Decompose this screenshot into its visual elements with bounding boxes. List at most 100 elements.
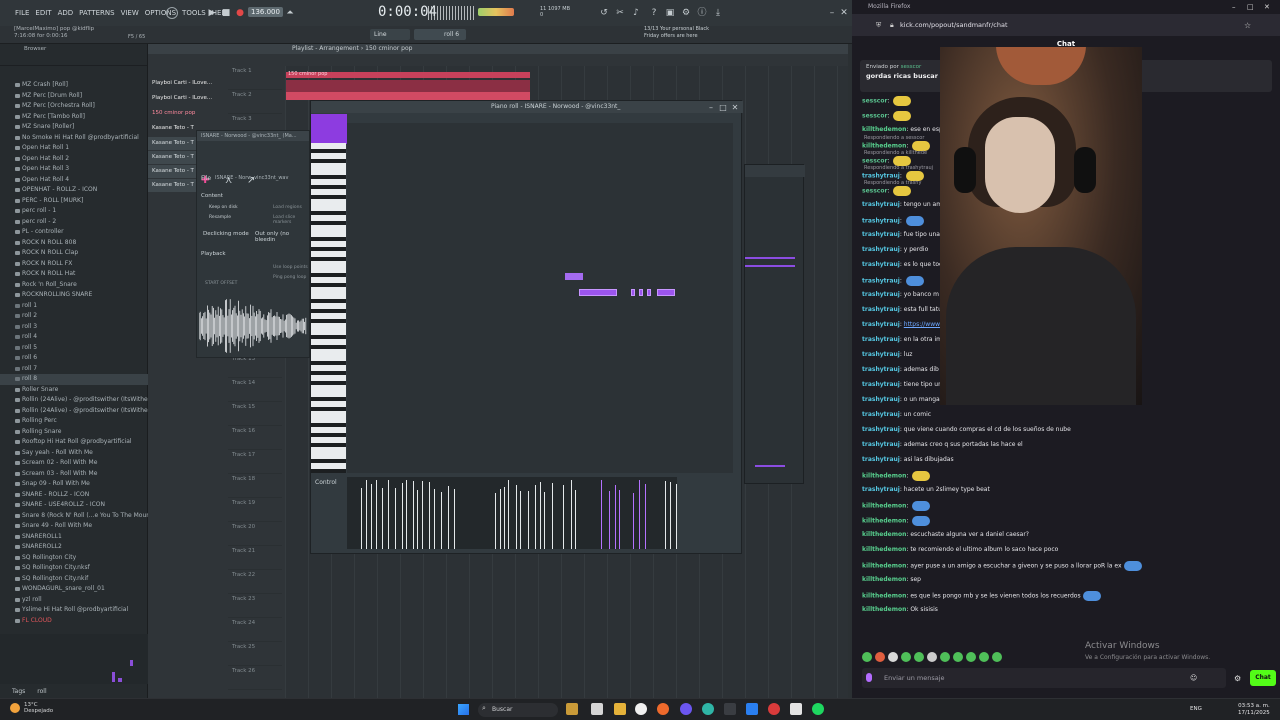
- velocity-bar[interactable]: [366, 479, 367, 549]
- chat-username[interactable]: trashytrauj: [862, 246, 900, 253]
- chat-message[interactable]: trashytrauj:: [862, 216, 924, 226]
- note-cursor[interactable]: [565, 273, 583, 280]
- ping-pong-toggle[interactable]: Ping pong loop: [273, 275, 306, 280]
- mic-icon[interactable]: ♪: [630, 7, 642, 19]
- browser-item[interactable]: roll 8: [0, 374, 148, 385]
- ff-maximize-icon[interactable]: □: [1247, 3, 1254, 11]
- track-header[interactable]: Track 16: [228, 426, 282, 450]
- browser-item[interactable]: yzl roll: [0, 595, 148, 606]
- velocity-bar[interactable]: [402, 483, 403, 549]
- chat-username[interactable]: trashytrauj: [862, 381, 900, 388]
- browser-item[interactable]: roll 3: [0, 322, 148, 333]
- velocity-bar[interactable]: [495, 492, 496, 549]
- velocity-bar[interactable]: [454, 489, 455, 549]
- velocity-bar[interactable]: [406, 480, 407, 549]
- ff-close-icon[interactable]: ✕: [1264, 3, 1270, 11]
- pattern-item[interactable]: Playboi Carti - ILove...: [148, 76, 220, 91]
- chat-message[interactable]: trashytrauj: asi las dibujadas: [862, 456, 954, 463]
- declicking-select[interactable]: Out only (no bleedin: [255, 231, 309, 243]
- browser-item[interactable]: SQ Rollington City: [0, 553, 148, 564]
- chat-message[interactable]: killthedemon: escuchaste alguna ver a da…: [862, 531, 1029, 538]
- browser-item[interactable]: roll 6: [0, 353, 148, 364]
- app-icon[interactable]: [768, 703, 780, 715]
- velocity-bar[interactable]: [376, 479, 377, 549]
- emote-icon[interactable]: [927, 652, 937, 662]
- browser-item[interactable]: SNAREROLL2: [0, 542, 148, 553]
- chat-username[interactable]: killthedemon: [862, 593, 906, 600]
- chat-username[interactable]: trashytrauj: [862, 426, 900, 433]
- pattern-item[interactable]: Playboi Carti - ILove...: [148, 91, 220, 106]
- browser-item[interactable]: Snap 09 - Roll With Me: [0, 479, 148, 490]
- velocity-bar[interactable]: [504, 486, 505, 549]
- chat-username[interactable]: sesscor: [862, 113, 887, 120]
- pattern-selector[interactable]: roll 6: [414, 29, 466, 40]
- use-loop-toggle[interactable]: Use loop points: [273, 265, 308, 270]
- chat-username[interactable]: trashytrauj: [862, 351, 900, 358]
- record-button[interactable]: ●: [234, 7, 246, 19]
- browser-item[interactable]: Rollin (24Alive) - @proditswither (ItsWi…: [0, 395, 148, 406]
- track-header[interactable]: Track 26: [228, 666, 282, 690]
- menu-patterns[interactable]: PATTERNS: [76, 9, 117, 17]
- track-header[interactable]: Track 15: [228, 402, 282, 426]
- pr-minimize-icon[interactable]: –: [705, 102, 717, 114]
- pr-close-icon[interactable]: ✕: [729, 102, 741, 114]
- chat-send-button[interactable]: Chat: [1250, 670, 1276, 686]
- browser-item[interactable]: roll 7: [0, 364, 148, 375]
- chat-username[interactable]: killthedemon: [862, 576, 906, 583]
- spotify-icon[interactable]: [812, 703, 824, 715]
- browser-item[interactable]: PL - controller: [0, 227, 148, 238]
- emote-icon[interactable]: [979, 652, 989, 662]
- velocity-bar[interactable]: [508, 479, 509, 549]
- browser-item[interactable]: PERC - ROLL [MURK]: [0, 196, 148, 207]
- taskbar-search[interactable]: Buscar: [478, 703, 558, 717]
- note[interactable]: [657, 289, 675, 296]
- note[interactable]: [647, 289, 651, 296]
- emote-icon[interactable]: [992, 652, 1002, 662]
- velocity-bar[interactable]: [371, 483, 372, 549]
- load-slice-toggle[interactable]: Load slice markers: [273, 215, 309, 225]
- app-icon[interactable]: [680, 703, 692, 715]
- keep-on-disk-toggle[interactable]: Keep on disk: [209, 205, 238, 210]
- browser-item[interactable]: OPENHAT - ROLLZ - ICON: [0, 185, 148, 196]
- chat-message[interactable]: killthedemon: Ok sisisis: [862, 606, 938, 613]
- chat-message[interactable]: trashytrauj: yo banco m: [862, 291, 939, 298]
- fl-close-icon[interactable]: ✕: [838, 7, 850, 19]
- chat-username[interactable]: killthedemon: [862, 563, 906, 570]
- chat-username[interactable]: trashytrauj: [862, 321, 900, 328]
- velocity-bar[interactable]: [361, 488, 362, 549]
- browser-item[interactable]: ROCK N ROLL Clap: [0, 248, 148, 259]
- fl-minimize-icon[interactable]: –: [826, 7, 838, 19]
- chat-username[interactable]: trashytrauj: [862, 456, 900, 463]
- menu-edit[interactable]: EDIT: [32, 9, 54, 17]
- play-button[interactable]: ▶: [206, 7, 218, 19]
- emote-icon[interactable]: [875, 652, 885, 662]
- chat-message[interactable]: trashytrauj: tengo un am: [862, 201, 942, 208]
- pattern-item[interactable]: 150 cminor pop: [148, 106, 220, 121]
- browser-item[interactable]: Open Hat Roll 3: [0, 164, 148, 175]
- firefox-icon[interactable]: [657, 703, 669, 715]
- chat-username[interactable]: killthedemon: [862, 473, 906, 480]
- emote-icon[interactable]: [940, 652, 950, 662]
- browser-item[interactable]: SQ Rollington City.nkif: [0, 574, 148, 585]
- chat-message[interactable]: killthedemon: ayer puse a un amigo a esc…: [862, 561, 1142, 571]
- browser-item[interactable]: MZ Perc [Drum Roll]: [0, 91, 148, 102]
- browser-item[interactable]: SQ Rollington City.nksf: [0, 563, 148, 574]
- browser-tags[interactable]: Tags roll: [0, 686, 148, 698]
- browser-item[interactable]: SNARE - ROLLZ - ICON: [0, 490, 148, 501]
- playlist-clip[interactable]: [286, 80, 530, 92]
- bookmark-star-icon[interactable]: ☆: [1244, 21, 1251, 30]
- help-icon[interactable]: ?: [648, 7, 660, 19]
- browser-item[interactable]: Snare 49 - Roll With Me: [0, 521, 148, 532]
- velocity-bar[interactable]: [540, 482, 541, 549]
- track-header[interactable]: Track 18: [228, 474, 282, 498]
- browser-item[interactable]: MZ Perc [Orchestra Roll]: [0, 101, 148, 112]
- url-text[interactable]: kick.com/popout/sandmanfr/chat: [900, 21, 1008, 29]
- ff-minimize-icon[interactable]: –: [1232, 3, 1236, 11]
- velocity-bar[interactable]: [665, 480, 666, 549]
- emote-icon[interactable]: [888, 652, 898, 662]
- emote-icon[interactable]: [862, 652, 872, 662]
- chat-username[interactable]: killthedemon: [862, 606, 906, 613]
- note[interactable]: [639, 289, 643, 296]
- resample-toggle[interactable]: Resample: [209, 215, 231, 220]
- chat-message[interactable]: killthedemon: ese en esp: [862, 126, 943, 133]
